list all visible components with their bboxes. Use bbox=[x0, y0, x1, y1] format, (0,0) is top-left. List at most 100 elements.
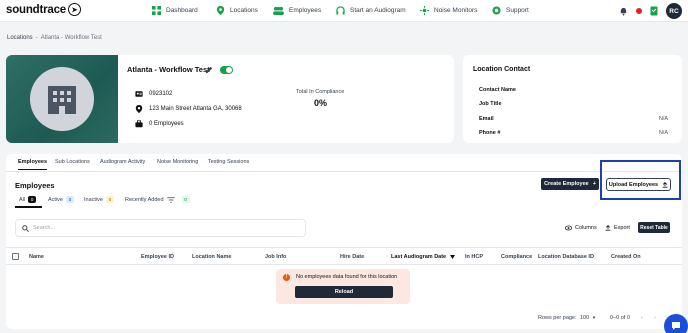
reset-table-button[interactable]: Reset Table bbox=[638, 222, 670, 233]
breadcrumb-parent[interactable]: Locations bbox=[7, 35, 33, 41]
filter-active[interactable]: Active 0 bbox=[48, 196, 74, 203]
export-button[interactable]: Export bbox=[605, 225, 630, 231]
filter-count: 0 bbox=[105, 196, 114, 203]
column-header[interactable]: Location Database ID bbox=[538, 254, 594, 260]
location-pin-icon bbox=[216, 6, 225, 15]
location-address: 123 Main Street Atlanta GA, 30068 bbox=[149, 106, 242, 112]
column-header[interactable]: Created On bbox=[611, 254, 641, 260]
contact-card-title: Location Contact bbox=[473, 66, 531, 73]
column-header[interactable]: Job Info bbox=[265, 254, 286, 260]
location-employee-count: 0 Employees bbox=[149, 121, 184, 127]
breadcrumb-current: Atlanta - Workflow Test bbox=[40, 35, 102, 41]
employees-section-title: Employees bbox=[15, 181, 55, 190]
brand-logo[interactable]: soundtrace ➤ bbox=[6, 3, 81, 16]
columns-button[interactable]: Columns bbox=[565, 225, 597, 231]
column-header[interactable]: Last Audiogram Date bbox=[391, 254, 446, 260]
column-header[interactable]: Location Name bbox=[192, 254, 231, 260]
contact-value-email: N/A bbox=[658, 116, 668, 122]
contact-label-email: Email bbox=[479, 116, 494, 122]
nav-item-noise-monitors[interactable]: Noise Monitors bbox=[420, 6, 477, 15]
rows-per-page-value: 100 bbox=[580, 315, 590, 321]
filter-label: Inactive bbox=[84, 196, 103, 203]
filter-count: 0 bbox=[181, 196, 190, 203]
noise-monitor-icon bbox=[420, 6, 429, 15]
tab-sub-locations[interactable]: Sub Locations bbox=[55, 159, 90, 165]
filter-label: Recently Added bbox=[125, 196, 164, 203]
chat-launcher-button[interactable] bbox=[664, 314, 688, 333]
alert-indicator-icon[interactable] bbox=[636, 8, 642, 14]
filter-count: 0 bbox=[65, 196, 74, 203]
nav-item-locations[interactable]: Locations bbox=[216, 6, 258, 15]
compliance-value: 0% bbox=[314, 98, 328, 108]
prev-page-icon[interactable]: ‹ bbox=[641, 315, 643, 321]
location-address-row: 123 Main Street Atlanta GA, 30068 bbox=[135, 105, 242, 113]
compliance-label: Total In Compliance bbox=[296, 89, 345, 95]
tab-employees[interactable]: Employees bbox=[18, 159, 48, 170]
chat-icon bbox=[672, 322, 680, 330]
nav-item-employees[interactable]: Employees bbox=[273, 6, 321, 15]
rows-per-page-label: Rows per page: bbox=[538, 315, 577, 321]
search-input[interactable]: Search... bbox=[15, 219, 306, 237]
upload-employees-label: Upload Employees bbox=[608, 181, 659, 188]
user-avatar[interactable]: RC bbox=[666, 3, 682, 19]
filter-lines-icon bbox=[166, 196, 175, 203]
people-icon bbox=[273, 6, 284, 15]
contact-label-name: Contact Name bbox=[479, 87, 516, 93]
nav-label: Dashboard bbox=[166, 7, 198, 14]
edit-pencil-icon[interactable] bbox=[205, 66, 213, 74]
location-phone-row: 0923102 bbox=[135, 90, 172, 98]
upload-icon bbox=[662, 181, 668, 188]
column-header[interactable]: Name bbox=[29, 254, 44, 260]
nav-item-dashboard[interactable]: Dashboard bbox=[152, 6, 198, 15]
contact-card-icon bbox=[135, 91, 143, 97]
location-name: Atlanta - Workflow Test bbox=[127, 65, 210, 74]
nav-label: Employees bbox=[289, 7, 322, 14]
tab-testing-sessions[interactable]: Testing Sessions bbox=[208, 159, 249, 165]
contact-label-phone: Phone # bbox=[479, 130, 501, 136]
search-placeholder: Search... bbox=[33, 225, 56, 231]
location-phone: 0923102 bbox=[149, 91, 173, 97]
document-icon[interactable] bbox=[650, 6, 658, 16]
chevron-down-icon: ▾ bbox=[592, 315, 596, 321]
nav-item-audiogram[interactable]: Start an Audiogram bbox=[336, 6, 406, 15]
filter-active-indicator bbox=[15, 206, 42, 208]
location-image bbox=[6, 55, 118, 143]
nav-label: Start an Audiogram bbox=[350, 7, 406, 14]
nav-right-actions: RC bbox=[619, 3, 682, 19]
nav-label: Locations bbox=[230, 7, 258, 14]
bell-icon[interactable] bbox=[619, 7, 628, 16]
column-header[interactable]: In HCP bbox=[465, 254, 483, 260]
filter-all[interactable]: All 0 bbox=[19, 196, 37, 203]
breadcrumb-separator: - bbox=[35, 35, 38, 41]
column-header[interactable]: Hire Date bbox=[340, 254, 364, 260]
eye-icon bbox=[565, 225, 572, 231]
upload-employees-button[interactable]: Upload Employees bbox=[606, 178, 671, 191]
export-icon bbox=[605, 225, 611, 231]
reload-button[interactable]: Reload bbox=[295, 286, 393, 298]
next-page-icon[interactable]: › bbox=[654, 315, 656, 321]
sort-down-icon[interactable] bbox=[450, 255, 455, 259]
nav-item-support[interactable]: Support bbox=[492, 6, 529, 15]
building-icon bbox=[48, 86, 76, 114]
select-all-checkbox[interactable] bbox=[12, 253, 19, 260]
building-placeholder bbox=[30, 67, 94, 131]
briefcase-icon bbox=[135, 120, 143, 128]
location-active-toggle[interactable] bbox=[220, 66, 233, 74]
column-header[interactable]: Employee ID bbox=[141, 254, 174, 260]
support-icon bbox=[492, 6, 501, 15]
filter-label: Active bbox=[48, 196, 63, 203]
logo-mark-icon: ➤ bbox=[68, 3, 81, 16]
brand-name: soundtrace bbox=[6, 3, 66, 16]
rows-per-page-select[interactable]: 100 ▾ bbox=[580, 315, 595, 321]
dashboard-icon bbox=[152, 6, 161, 15]
contact-label-job: Job Title bbox=[479, 101, 502, 107]
column-header[interactable]: Compliance bbox=[501, 254, 532, 260]
filter-recently-added[interactable]: Recently Added 0 bbox=[125, 196, 190, 203]
breadcrumb: Locations - Atlanta - Workflow Test bbox=[7, 35, 102, 41]
tab-audiogram-activity[interactable]: Audiogram Activity bbox=[100, 159, 145, 165]
error-icon: ! bbox=[283, 274, 290, 281]
filter-inactive[interactable]: Inactive 0 bbox=[84, 196, 114, 203]
nav-label: Support bbox=[506, 7, 529, 14]
create-employee-button[interactable]: Create Employee + bbox=[541, 178, 599, 190]
tab-noise-monitoring[interactable]: Noise Monitoring bbox=[157, 159, 198, 165]
